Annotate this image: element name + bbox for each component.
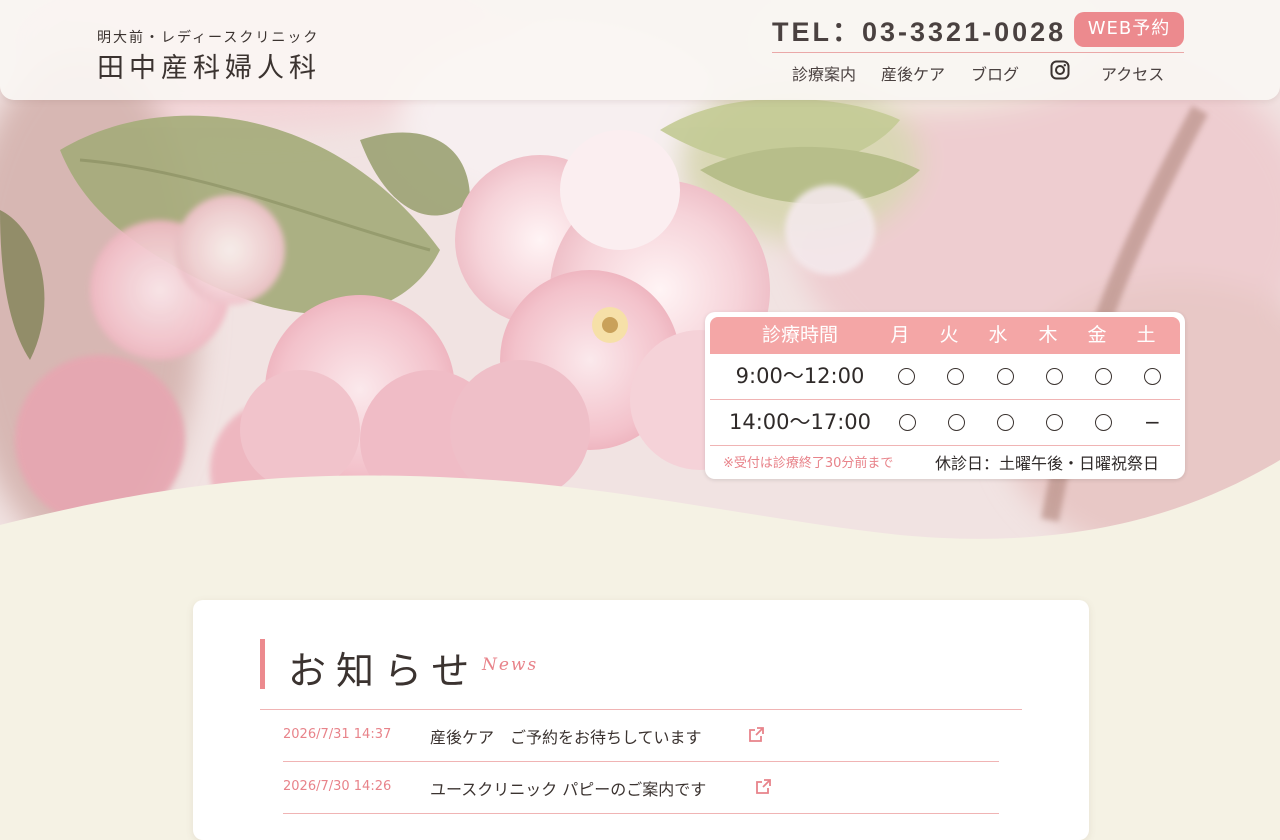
nav-item-blog[interactable]: ブログ bbox=[971, 61, 1019, 85]
open-mark bbox=[899, 414, 916, 431]
web-reservation-button[interactable]: WEB予約 bbox=[1074, 12, 1184, 47]
nav-item-access[interactable]: アクセス bbox=[1101, 61, 1164, 85]
reception-note: ※受付は診療終了30分前まで bbox=[723, 456, 894, 471]
open-mark bbox=[997, 368, 1014, 385]
site-header: 明大前・レディースクリニック 田中産科婦人科 TEL：03-3321-0028 … bbox=[0, 0, 1280, 100]
open-mark bbox=[898, 368, 915, 385]
hours-time: 9:00〜12:00 bbox=[735, 364, 865, 388]
hours-header-label: 診療時間 bbox=[761, 324, 838, 346]
logo-subtitle[interactable]: 明大前・レディースクリニック bbox=[97, 27, 319, 47]
open-mark bbox=[947, 368, 964, 385]
day-mon: 月 bbox=[890, 324, 910, 346]
day-fri: 金 bbox=[1087, 324, 1107, 346]
external-link-icon[interactable] bbox=[748, 726, 765, 743]
external-link-icon[interactable] bbox=[755, 778, 772, 795]
hours-header-row: 診療時間 月 火 水 木 金 土 bbox=[710, 317, 1180, 354]
news-accent-bar bbox=[260, 639, 265, 689]
closed-days: 休診日：土曜午後・日曜祝祭日 bbox=[935, 454, 1160, 473]
open-mark bbox=[997, 414, 1014, 431]
news-item[interactable]: 2026/7/30 14:26 ユースクリニック パピーのご案内です bbox=[283, 762, 999, 814]
nav-item-services[interactable]: 診療案内 bbox=[792, 61, 856, 85]
news-section: お知らせ News 2026/7/31 14:37 産後ケア ご予約をお待ちして… bbox=[193, 600, 1089, 840]
main-nav: 診療案内 産後ケア ブログ アクセス bbox=[772, 58, 1184, 88]
news-date: 2026/7/30 14:26 bbox=[283, 779, 392, 794]
logo-title[interactable]: 田中産科婦人科 bbox=[97, 46, 321, 85]
consultation-hours-table: 診療時間 月 火 水 木 金 土 9:00〜12:00 14:00〜17:00 … bbox=[705, 312, 1185, 479]
open-mark bbox=[948, 414, 965, 431]
instagram-icon[interactable] bbox=[1050, 60, 1070, 80]
news-subheading: News bbox=[482, 655, 539, 675]
hours-row-morning: 9:00〜12:00 bbox=[710, 354, 1180, 400]
hours-row-afternoon: 14:00〜17:00 − bbox=[710, 400, 1180, 446]
day-thu: 木 bbox=[1038, 324, 1058, 346]
open-mark bbox=[1046, 368, 1063, 385]
phone-number[interactable]: TEL：03-3321-0028 bbox=[772, 10, 1066, 49]
open-mark bbox=[1095, 368, 1112, 385]
open-mark bbox=[1046, 414, 1063, 431]
news-date: 2026/7/31 14:37 bbox=[283, 727, 392, 742]
news-item[interactable]: 2026/7/31 14:37 産後ケア ご予約をお待ちしています bbox=[283, 710, 999, 762]
nav-divider bbox=[772, 52, 1184, 53]
day-tue: 火 bbox=[939, 324, 959, 346]
day-sat: 土 bbox=[1136, 324, 1156, 346]
news-link[interactable]: 産後ケア ご予約をお待ちしています bbox=[430, 724, 702, 748]
open-mark bbox=[1095, 414, 1112, 431]
news-link[interactable]: ユースクリニック パピーのご案内です bbox=[430, 776, 706, 800]
nav-item-postpartum[interactable]: 産後ケア bbox=[881, 61, 945, 85]
closed-mark: − bbox=[1144, 410, 1161, 434]
open-mark bbox=[1144, 368, 1161, 385]
news-heading: お知らせ bbox=[288, 649, 480, 693]
hours-time: 14:00〜17:00 bbox=[728, 410, 872, 434]
day-wed: 水 bbox=[988, 324, 1008, 346]
